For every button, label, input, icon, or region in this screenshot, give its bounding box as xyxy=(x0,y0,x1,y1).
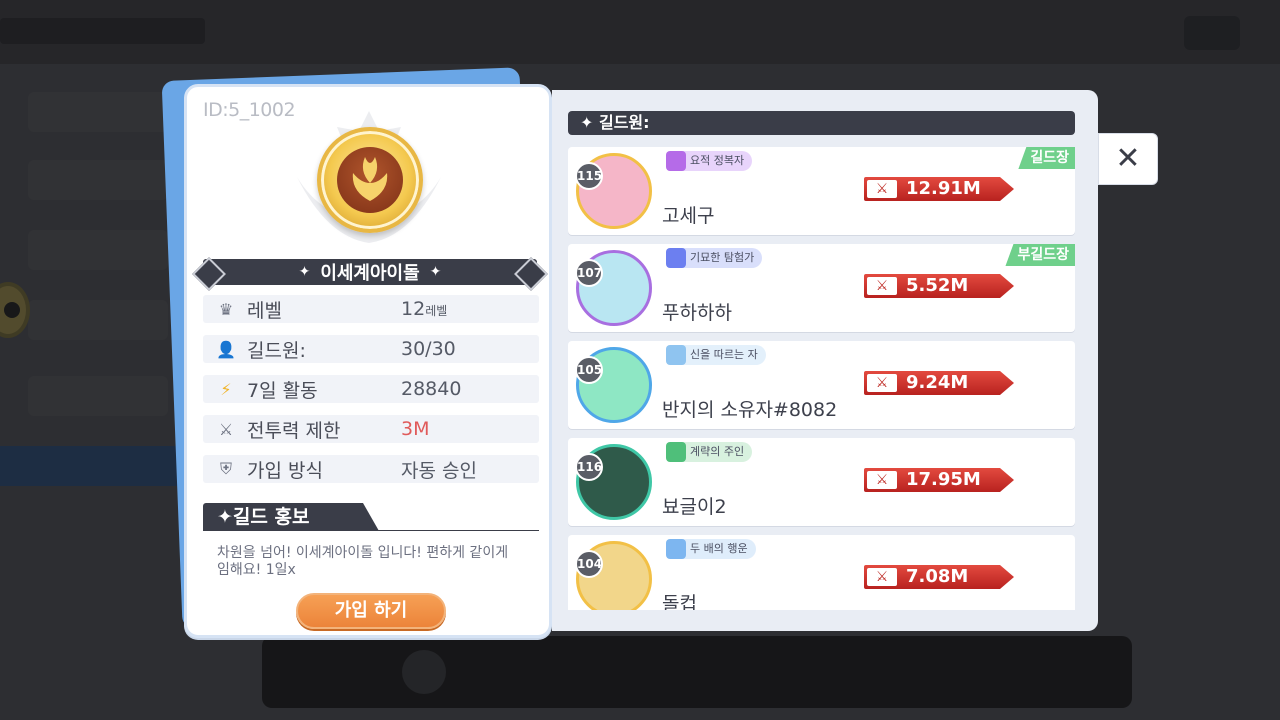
title-icon xyxy=(666,539,686,559)
title-badge: 신을 따르는 자 xyxy=(666,345,766,365)
guild-emblem-icon xyxy=(317,127,423,233)
crossed-swords-icon: ⚔ xyxy=(867,374,897,392)
title-badge: 요적 정복자 xyxy=(666,151,753,171)
level-badge: 107 xyxy=(575,259,603,287)
stat-value: 30/30 xyxy=(401,338,456,360)
avatar: 104 xyxy=(575,541,652,610)
stat-label: 레벨 xyxy=(247,299,282,322)
member-name: 반지의 소유자#8082 xyxy=(662,399,838,421)
star-icon: ✦ xyxy=(298,264,311,280)
level-badge: 104 xyxy=(575,550,603,578)
title-icon xyxy=(666,345,686,365)
avatar: 116 xyxy=(575,444,652,520)
stat-row-join-method: ⛨ 가입 방식 자동 승인 xyxy=(203,455,539,483)
power-badge: ⚔ 9.24M xyxy=(864,371,1014,395)
member-name: 고세구 xyxy=(662,205,715,227)
members-panel: ✦ 길드원: 115 요적 정복자 고세구 ⚔ 12.91M 길드장 107 기… xyxy=(552,90,1098,631)
crossed-swords-icon: ⚔ xyxy=(867,471,897,489)
promo-text: 차원을 넘어! 이세계아이돌 입니다! 편하게 같이게임해요! 1일x xyxy=(217,545,509,578)
stat-label: 길드원: xyxy=(247,339,306,362)
stat-row-activity: ⚡ 7일 활동 28840 xyxy=(203,375,539,403)
guild-id: ID:5_1002 xyxy=(203,99,296,121)
shield-icon: ⛨ xyxy=(219,459,232,478)
crossed-swords-icon: ⚔ xyxy=(867,180,897,198)
crossed-swords-icon: ⚔ xyxy=(218,419,234,439)
person-icon: 👤 xyxy=(216,339,236,359)
avatar: 107 xyxy=(575,250,652,326)
member-name: 뵤글이2 xyxy=(662,496,727,518)
member-row[interactable]: 116 계략의 주인 뵤글이2 ⚔ 17.95M xyxy=(568,438,1075,526)
crown-icon: ♛ xyxy=(218,299,234,319)
close-button[interactable]: ✕ xyxy=(1098,133,1158,185)
guild-name: 이세계아이돌 xyxy=(320,263,420,284)
avatar: 115 xyxy=(575,153,652,229)
promo-header: ✦길드 홍보 xyxy=(203,503,379,531)
stat-value: 3M xyxy=(401,418,430,440)
power-badge: ⚔ 5.52M xyxy=(864,274,1014,298)
guild-name-banner: ✦ 이세계아이돌 ✦ xyxy=(203,259,537,285)
stat-row-members: 👤 길드원: 30/30 xyxy=(203,335,539,363)
member-row[interactable]: 107 기묘한 탐험가 푸하하하 ⚔ 5.52M 부길드장 xyxy=(568,244,1075,332)
title-badge: 기묘한 탐험가 xyxy=(666,248,763,268)
stat-label: 가입 방식 xyxy=(247,459,323,482)
title-badge: 계략의 주인 xyxy=(666,442,753,462)
stat-value: 12레벨 xyxy=(401,298,448,320)
lightning-icon: ⚡ xyxy=(220,379,232,399)
member-row[interactable]: 104 두 배의 행운 돌컵 ⚔ 7.08M xyxy=(568,535,1075,610)
avatar: 105 xyxy=(575,347,652,423)
power-badge: ⚔ 17.95M xyxy=(864,468,1014,492)
stat-row-level: ♛ 레벨 12레벨 xyxy=(203,295,539,323)
member-name: 돌컵 xyxy=(662,593,697,610)
star-icon: ✦ xyxy=(429,264,442,280)
rank-tag: 부길드장 xyxy=(1005,244,1075,266)
guild-info-card: ID:5_1002 ✦ 이세계아이돌 ✦ ♛ 레벨 12레벨 👤 길드원: 30… xyxy=(184,84,552,638)
power-badge: ⚔ 12.91M xyxy=(864,177,1014,201)
member-name: 푸하하하 xyxy=(662,302,732,324)
title-icon xyxy=(666,442,686,462)
stat-label: 전투력 제한 xyxy=(247,419,341,442)
level-badge: 115 xyxy=(575,162,603,190)
crossed-swords-icon: ⚔ xyxy=(867,277,897,295)
stat-value: 자동 승인 xyxy=(401,459,477,482)
rank-tag: 길드장 xyxy=(1018,147,1075,169)
crossed-swords-icon: ⚔ xyxy=(867,568,897,586)
member-row[interactable]: 115 요적 정복자 고세구 ⚔ 12.91M 길드장 xyxy=(568,147,1075,235)
stat-row-power-limit: ⚔ 전투력 제한 3M xyxy=(203,415,539,443)
stat-label: 7일 활동 xyxy=(247,379,318,402)
title-icon xyxy=(666,248,686,268)
stat-value: 28840 xyxy=(401,378,462,400)
close-icon: ✕ xyxy=(1115,141,1141,176)
members-header: ✦ 길드원: xyxy=(568,111,1075,135)
divider xyxy=(203,530,539,531)
member-row[interactable]: 105 신을 따르는 자 반지의 소유자#8082 ⚔ 9.24M xyxy=(568,341,1075,429)
join-button[interactable]: 가입 하기 xyxy=(296,593,446,629)
level-badge: 105 xyxy=(575,356,603,384)
members-list[interactable]: 115 요적 정복자 고세구 ⚔ 12.91M 길드장 107 기묘한 탐험가 … xyxy=(568,147,1075,610)
title-badge: 두 배의 행운 xyxy=(666,539,756,559)
title-icon xyxy=(666,151,686,171)
power-badge: ⚔ 7.08M xyxy=(864,565,1014,589)
level-badge: 116 xyxy=(575,453,603,481)
